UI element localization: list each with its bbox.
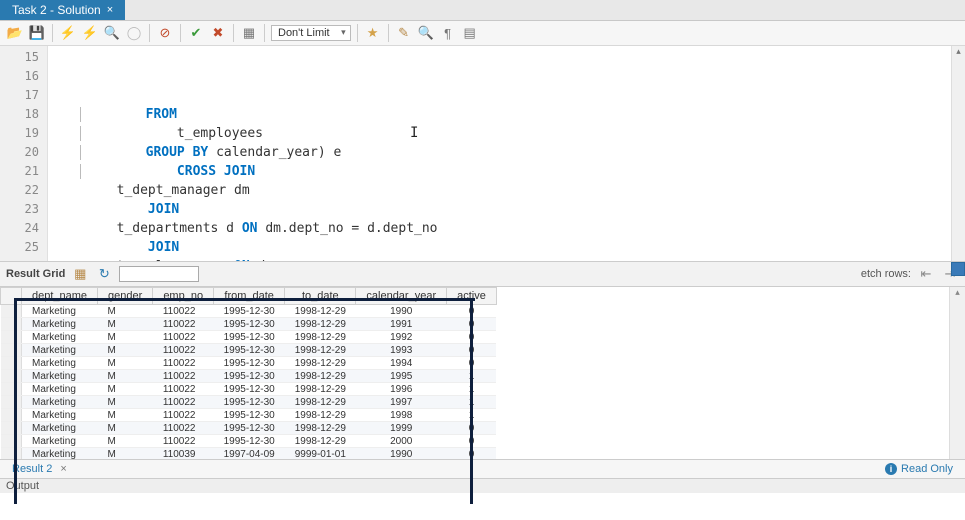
beautify-icon[interactable]: ★ [364, 24, 382, 42]
grid-scrollbar[interactable] [949, 287, 965, 459]
tab-close-icon[interactable]: × [107, 4, 113, 16]
editor-scrollbar[interactable] [951, 46, 965, 261]
output-panel-header[interactable]: Output [0, 478, 965, 493]
commit-icon[interactable]: ✔ [187, 24, 205, 42]
execute-icon[interactable]: ⚡ [59, 24, 77, 42]
editor-tab-bar: Task 2 - Solution × [0, 0, 965, 21]
autocommit-icon[interactable]: ▦ [240, 24, 258, 42]
col-dept_name[interactable]: dept_name [22, 288, 98, 305]
find-icon[interactable]: 🔍 [417, 24, 435, 42]
fetch-rows-label: etch rows: [861, 268, 911, 280]
grid-view-icon[interactable]: ▦ [71, 265, 89, 283]
line-gutter: 1516171819202122232425 [0, 46, 48, 261]
explain-icon[interactable]: 🔍 [103, 24, 121, 42]
tab-label: Task 2 - Solution [12, 3, 101, 17]
refresh-icon[interactable]: ↻ [95, 265, 113, 283]
query-toolbar: 📂 💾 ⚡ ⚡ 🔍 ◯ ⊘ ✔ ✖ ▦ Don't Limit ★ ✎ 🔍 ¶ … [0, 21, 965, 46]
table-row[interactable]: MarketingM1100221995-12-301998-12-291996… [1, 383, 497, 396]
table-row[interactable]: MarketingM1100221995-12-301998-12-291994… [1, 357, 497, 370]
col-active[interactable]: active [447, 288, 497, 305]
brush-icon[interactable]: ✎ [395, 24, 413, 42]
table-row[interactable]: MarketingM1100221995-12-301998-12-291998… [1, 409, 497, 422]
text-cursor-icon: 𝙸 [410, 124, 418, 143]
save-icon[interactable]: 💾 [28, 24, 46, 42]
table-row[interactable]: MarketingM1100221995-12-301998-12-291992… [1, 331, 497, 344]
result-tab-2[interactable]: Result 2 [6, 462, 58, 476]
code-editor[interactable]: 1516171819202122232425 𝙸 FROM t_employee… [0, 46, 965, 261]
result-panel-toolbar: Result Grid ▦ ↻ etch rows: ⇤ ⇥ [0, 261, 965, 287]
result-grid-label: Result Grid [6, 268, 65, 280]
table-row[interactable]: MarketingM1100221995-12-301998-12-291991… [1, 318, 497, 331]
result-tabs: Result 2 × i Read Only [0, 459, 965, 478]
wrap-icon[interactable]: ¶ [439, 24, 457, 42]
table-row[interactable]: MarketingM1100221995-12-301998-12-291997… [1, 396, 497, 409]
col-from_date[interactable]: from_date [214, 288, 285, 305]
limit-dropdown[interactable]: Don't Limit [271, 25, 351, 41]
result-tab-close-icon[interactable]: × [60, 463, 66, 475]
table-row[interactable]: MarketingM1100391997-04-099999-01-011990… [1, 448, 497, 460]
open-icon[interactable]: 📂 [6, 24, 24, 42]
table-row[interactable]: MarketingM1100221995-12-301998-12-291993… [1, 344, 497, 357]
col-calendar_year[interactable]: calendar_year [356, 288, 447, 305]
code-area[interactable]: 𝙸 FROM t_employees GROUP BY calendar_yea… [48, 46, 951, 261]
table-row[interactable]: MarketingM1100221995-12-301998-12-291999… [1, 422, 497, 435]
fetch-prev-icon[interactable]: ⇤ [917, 265, 935, 283]
snippets-icon[interactable]: ▤ [461, 24, 479, 42]
commit-off-icon[interactable]: ⊘ [156, 24, 174, 42]
filter-input[interactable] [119, 266, 199, 282]
col-emp_no[interactable]: emp_no [153, 288, 214, 305]
tab-task2[interactable]: Task 2 - Solution × [0, 0, 125, 20]
table-row[interactable]: MarketingM1100221995-12-301998-12-291995… [1, 370, 497, 383]
result-grid-wrap: dept_namegenderemp_nofrom_dateto_datecal… [0, 287, 965, 459]
col-to_date[interactable]: to_date [285, 288, 356, 305]
col-gender[interactable]: gender [98, 288, 153, 305]
rollback-icon[interactable]: ✖ [209, 24, 227, 42]
result-grid[interactable]: dept_namegenderemp_nofrom_dateto_datecal… [0, 287, 497, 459]
stop-icon[interactable]: ◯ [125, 24, 143, 42]
execute-step-icon[interactable]: ⚡ [81, 24, 99, 42]
table-row[interactable]: MarketingM1100221995-12-301998-12-291990… [1, 305, 497, 318]
info-icon: i [885, 463, 897, 475]
panel-collapse-icon[interactable] [951, 262, 965, 276]
table-row[interactable]: MarketingM1100221995-12-301998-12-292000… [1, 435, 497, 448]
read-only-indicator: i Read Only [885, 463, 953, 475]
